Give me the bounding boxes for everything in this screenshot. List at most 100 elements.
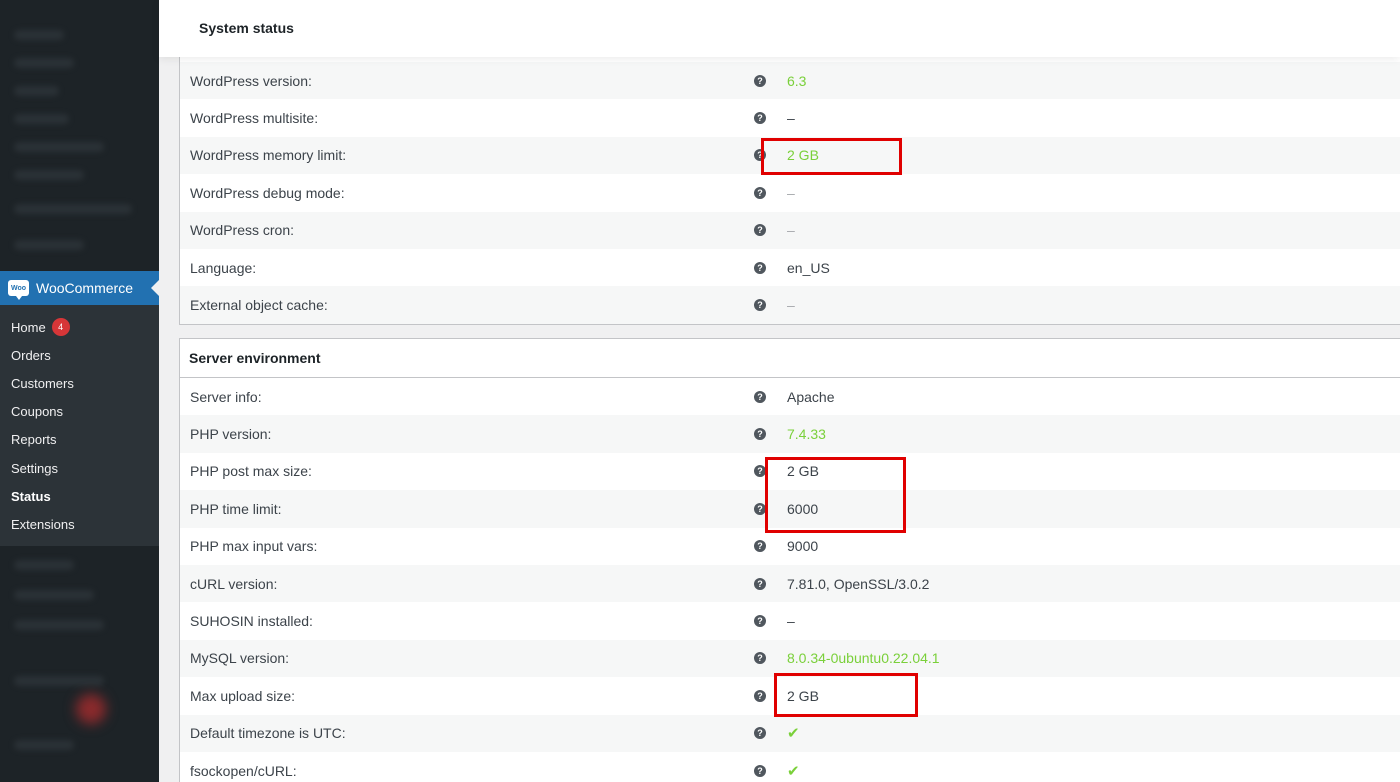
table-row: Language: ? en_US xyxy=(180,249,1400,286)
help-icon[interactable]: ? xyxy=(754,727,766,740)
row-value: – xyxy=(787,297,795,314)
help-icon[interactable]: ? xyxy=(754,390,766,403)
submenu-item-reports[interactable]: Reports xyxy=(0,426,159,454)
blurred-menu-item xyxy=(14,114,69,124)
notification-badge: 4 xyxy=(51,318,70,337)
help-icon[interactable]: ? xyxy=(754,74,766,87)
help-icon[interactable]: ? xyxy=(754,112,766,125)
help-icon[interactable]: ? xyxy=(754,502,766,515)
row-value: 7.4.33 xyxy=(787,426,826,443)
row-value: – xyxy=(787,110,795,127)
submenu-item-label: Orders xyxy=(11,347,51,363)
submenu-item-coupons[interactable]: Coupons xyxy=(0,398,159,426)
blurred-menu-item xyxy=(14,204,132,214)
submenu-item-extensions[interactable]: Extensions xyxy=(0,510,159,538)
row-label: fsockopen/cURL: xyxy=(190,762,297,779)
help-icon[interactable]: ? xyxy=(754,652,766,665)
table-row: cURL version: ? 7.81.0, OpenSSL/3.0.2 xyxy=(180,564,1400,603)
checkmark-icon: ✔ xyxy=(787,762,800,780)
help-icon[interactable]: ? xyxy=(754,299,766,312)
row-value: en_US xyxy=(787,259,830,276)
row-label: WordPress cron: xyxy=(190,222,294,239)
help-icon[interactable]: ? xyxy=(754,577,766,590)
row-value: – xyxy=(787,613,795,630)
submenu-item-orders[interactable]: Orders xyxy=(0,341,159,369)
row-label: PHP time limit: xyxy=(190,500,282,517)
table-row: fsockopen/cURL: ? ✔ xyxy=(180,752,1400,782)
table-row: WordPress debug mode: ? – xyxy=(180,174,1400,211)
row-label: Default timezone is UTC: xyxy=(190,725,346,742)
table-row: PHP post max size: ? 2 GB xyxy=(180,453,1400,490)
help-icon[interactable]: ? xyxy=(754,149,766,162)
submenu-item-home[interactable]: Home 4 xyxy=(0,313,159,341)
help-icon[interactable]: ? xyxy=(754,465,766,478)
row-label: PHP post max size: xyxy=(190,463,312,480)
woocommerce-submenu: Home 4 Orders Customers Coupons Reports … xyxy=(0,305,159,546)
sidebar-item-label: WooCommerce xyxy=(36,280,133,296)
submenu-item-label: Home xyxy=(11,319,46,335)
row-value: 6.3 xyxy=(787,72,807,89)
table-row: PHP version: ? 7.4.33 xyxy=(180,415,1400,453)
blurred-menu-item xyxy=(14,620,104,630)
blurred-menu-item xyxy=(14,142,104,152)
table-row: WordPress memory limit: ? 2 GB xyxy=(180,136,1400,175)
checkmark-icon: ✔ xyxy=(787,725,800,743)
page-title: System status xyxy=(199,20,294,36)
table-row: WordPress multisite: ? – xyxy=(180,99,1400,136)
row-label: MySQL version: xyxy=(190,650,290,667)
row-label: cURL version: xyxy=(190,575,278,592)
help-icon[interactable]: ? xyxy=(754,186,766,199)
row-value: Apache xyxy=(787,388,835,405)
help-icon[interactable]: ? xyxy=(754,428,766,441)
submenu-item-label: Status xyxy=(11,488,51,504)
row-value: 2 GB xyxy=(787,147,819,164)
row-label: WordPress memory limit: xyxy=(190,147,347,164)
submenu-item-customers[interactable]: Customers xyxy=(0,369,159,397)
blurred-menu-item xyxy=(14,560,74,570)
submenu-item-label: Customers xyxy=(11,375,74,391)
submenu-item-label: Coupons xyxy=(11,404,64,420)
admin-sidebar: Woo WooCommerce Home 4 Orders Customers … xyxy=(0,0,159,782)
help-icon[interactable]: ? xyxy=(754,261,766,274)
row-label: Language: xyxy=(190,259,257,276)
row-value: 9000 xyxy=(787,538,819,555)
row-label: WordPress version: xyxy=(190,72,312,89)
table-row: PHP time limit: ? 6000 xyxy=(180,490,1400,528)
help-icon[interactable]: ? xyxy=(754,689,766,702)
row-label: PHP version: xyxy=(190,426,272,443)
page-header: System status xyxy=(159,0,1400,57)
blurred-menu-item xyxy=(14,240,84,250)
sidebar-item-woocommerce[interactable]: Woo WooCommerce xyxy=(0,271,159,305)
submenu-item-label: Extensions xyxy=(11,516,75,532)
wordpress-environment-table: WordPress version: ? 6.3 WordPress multi… xyxy=(179,57,1400,325)
row-label: Max upload size: xyxy=(190,687,296,704)
submenu-item-status[interactable]: Status xyxy=(0,482,159,510)
server-environment-table: Server environment Server info: ? Apache… xyxy=(179,338,1400,782)
table-heading: Server environment xyxy=(180,339,1400,378)
table-row: Default timezone is UTC: ? ✔ xyxy=(180,714,1400,752)
table-row: WordPress version: ? 6.3 xyxy=(180,62,1400,100)
submenu-item-label: Reports xyxy=(11,432,57,448)
table-row: WordPress cron: ? – xyxy=(180,211,1400,249)
row-value: – xyxy=(787,184,795,201)
submenu-item-settings[interactable]: Settings xyxy=(0,454,159,482)
blurred-menu-item xyxy=(14,86,59,96)
row-value: 8.0.34-0ubuntu0.22.04.1 xyxy=(787,650,940,667)
row-label: PHP max input vars: xyxy=(190,538,318,555)
blurred-menu-item xyxy=(14,30,64,40)
row-value: 2 GB xyxy=(787,687,819,704)
help-icon[interactable]: ? xyxy=(754,540,766,553)
table-row: PHP max input vars: ? 9000 xyxy=(180,528,1400,565)
blurred-menu-item xyxy=(14,740,74,750)
row-label: SUHOSIN installed: xyxy=(190,613,313,630)
table-row: External object cache: ? – xyxy=(180,286,1400,324)
help-icon[interactable]: ? xyxy=(754,615,766,628)
help-icon[interactable]: ? xyxy=(754,764,766,777)
blurred-menu-item xyxy=(14,676,104,686)
blurred-menu-item xyxy=(14,170,84,180)
table-row: MySQL version: ? 8.0.34-0ubuntu0.22.04.1 xyxy=(180,639,1400,678)
row-value: – xyxy=(787,222,795,239)
row-label: WordPress multisite: xyxy=(190,110,319,127)
row-value: 6000 xyxy=(787,500,819,517)
help-icon[interactable]: ? xyxy=(754,224,766,237)
